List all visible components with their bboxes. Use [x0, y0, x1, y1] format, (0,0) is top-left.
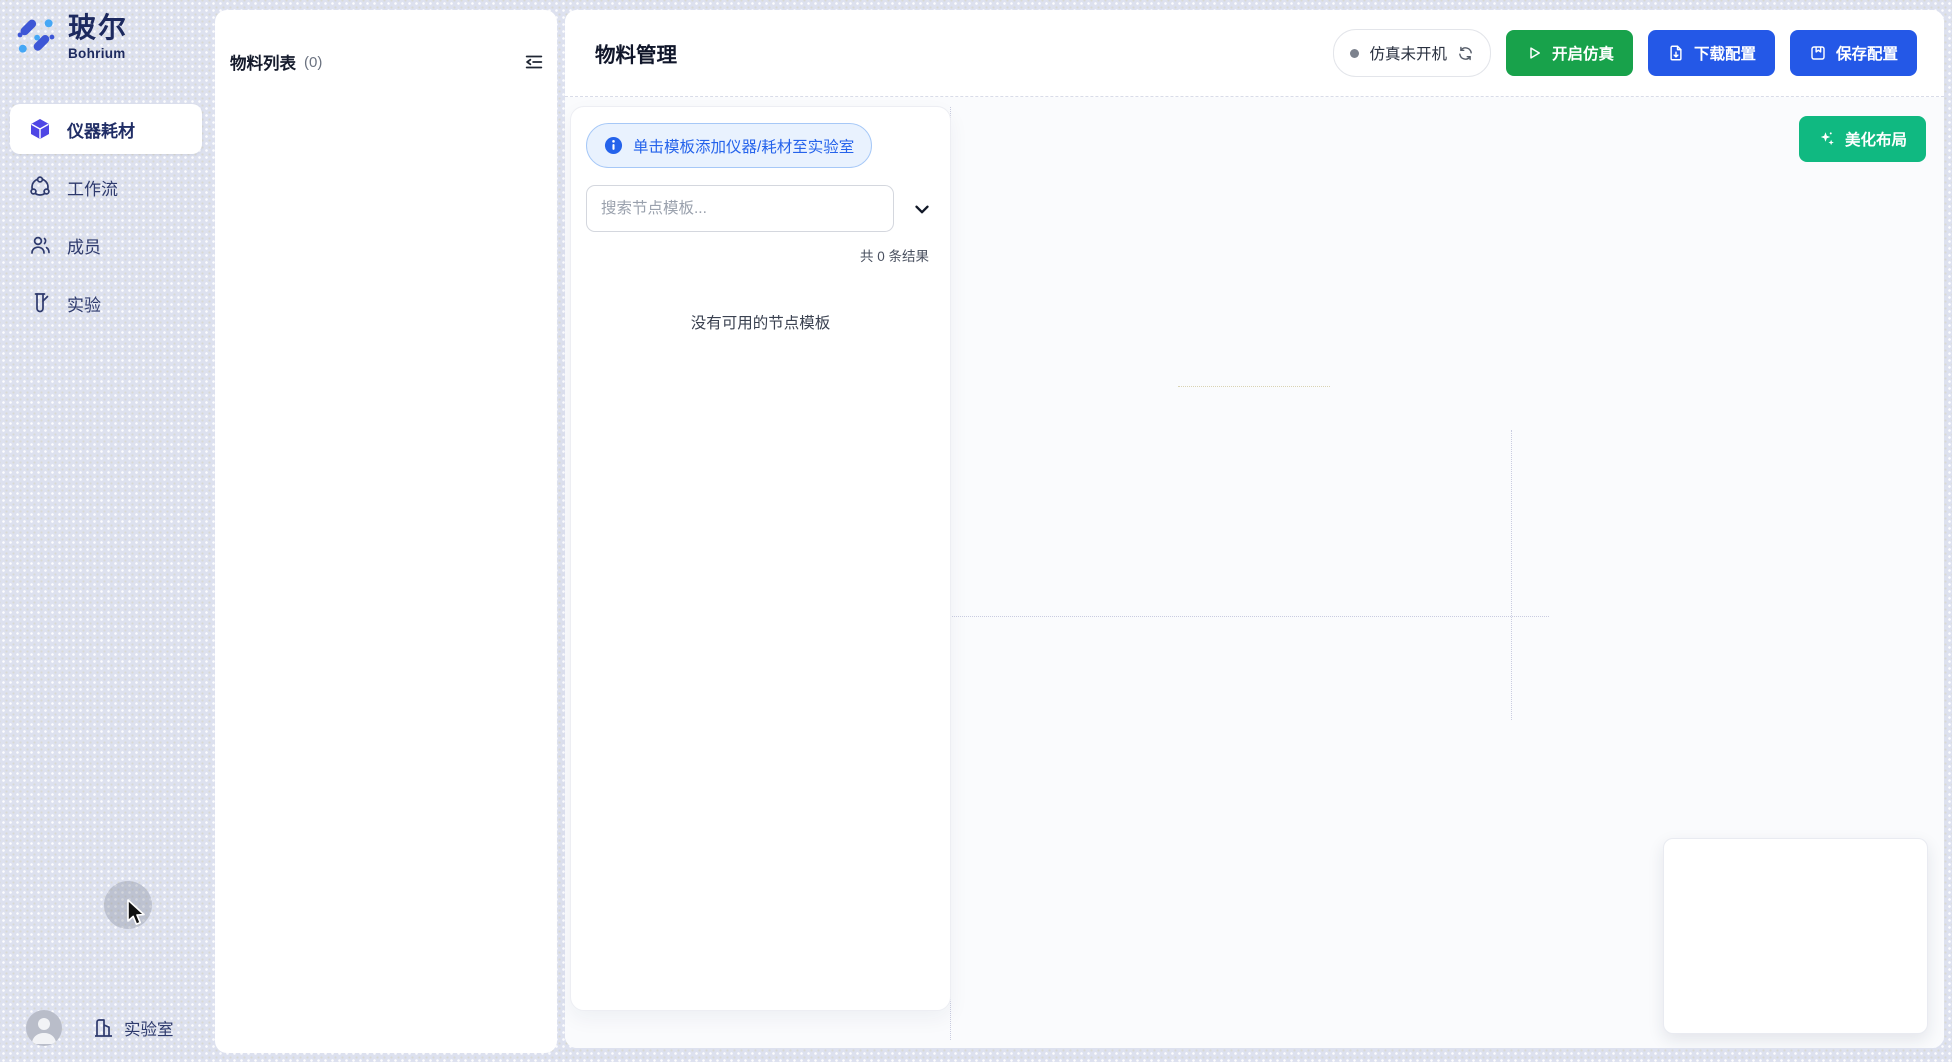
- sidebar-item-workflow[interactable]: 工作流: [10, 162, 202, 212]
- user-avatar[interactable]: [26, 1010, 62, 1046]
- sidebar-footer: 实验室: [26, 1010, 174, 1046]
- sidebar-item-members[interactable]: 成员: [10, 220, 202, 270]
- simulation-status-chip: 仿真未开机: [1333, 29, 1491, 77]
- guide-line-horizontal: [950, 616, 1549, 617]
- header-actions: 仿真未开机 开启仿真: [1333, 29, 1917, 77]
- status-dot-icon: [1350, 49, 1359, 58]
- node-template-panel: 单击模板添加仪器/耗材至实验室 共 0 条结果 没有可用的节点模板: [570, 106, 951, 1011]
- brand-name-en: Bohrium: [68, 47, 128, 61]
- materials-list-title: 物料列表: [230, 50, 296, 74]
- guide-line-vertical: [1511, 430, 1512, 720]
- main-header: 物料管理 仿真未开机: [565, 10, 1944, 97]
- users-icon: [28, 233, 52, 257]
- workflow-icon: [28, 175, 52, 199]
- brand-name-zh: 玻尔: [68, 14, 128, 42]
- play-icon: [1525, 44, 1543, 62]
- canvas-minimap[interactable]: [1663, 838, 1928, 1034]
- app-window: 玻尔 Bohrium 仪器耗材: [0, 0, 1952, 1062]
- download-config-button[interactable]: 下载配置: [1648, 30, 1775, 76]
- page-title: 物料管理: [595, 38, 677, 68]
- sidebar-item-label: 仪器耗材: [67, 117, 135, 142]
- sparkles-icon: [1818, 130, 1836, 148]
- file-download-icon: [1667, 44, 1685, 62]
- materials-list-count: (0): [304, 54, 322, 71]
- brand-text: 玻尔 Bohrium: [68, 14, 128, 61]
- refresh-icon[interactable]: [1457, 45, 1474, 62]
- mouse-cursor: [126, 899, 148, 929]
- lab-entry-label: 实验室: [124, 1016, 174, 1040]
- template-search-row: [586, 185, 935, 232]
- bohrium-logo-icon: [14, 14, 58, 58]
- building-icon: [91, 1016, 115, 1040]
- brand-logo[interactable]: 玻尔 Bohrium: [14, 14, 128, 61]
- save-icon: [1809, 44, 1827, 62]
- start-simulation-button[interactable]: 开启仿真: [1506, 30, 1633, 76]
- simulation-status-text: 仿真未开机: [1369, 42, 1447, 64]
- collapse-list-icon[interactable]: [523, 51, 545, 73]
- sidebar-item-experiments[interactable]: 实验: [10, 278, 202, 328]
- chevron-down-icon[interactable]: [909, 196, 935, 222]
- sidebar-nav: 仪器耗材 工作流: [10, 104, 202, 328]
- results-count-text: 共 0 条结果: [586, 245, 935, 265]
- cube-icon: [28, 117, 52, 141]
- materials-list-header: 物料列表 (0): [230, 50, 545, 74]
- save-config-label: 保存配置: [1836, 42, 1898, 64]
- empty-templates-text: 没有可用的节点模板: [586, 311, 935, 333]
- sidebar-item-instruments[interactable]: 仪器耗材: [10, 104, 202, 154]
- sidebar: 玻尔 Bohrium 仪器耗材: [0, 0, 215, 1062]
- save-config-button[interactable]: 保存配置: [1790, 30, 1917, 76]
- start-simulation-label: 开启仿真: [1552, 42, 1614, 64]
- beautify-layout-button[interactable]: 美化布局: [1799, 116, 1926, 162]
- test-tube-icon: [28, 291, 52, 315]
- download-config-label: 下载配置: [1694, 42, 1756, 64]
- lab-entry[interactable]: 实验室: [91, 1016, 174, 1040]
- template-hint-text: 单击模板添加仪器/耗材至实验室: [633, 135, 854, 157]
- beautify-layout-label: 美化布局: [1845, 128, 1907, 150]
- guide-line-horizontal: [1178, 386, 1330, 387]
- sidebar-item-label: 工作流: [67, 175, 118, 200]
- sidebar-item-label: 成员: [67, 233, 101, 258]
- template-search-input[interactable]: [586, 185, 894, 232]
- sidebar-item-label: 实验: [67, 291, 101, 316]
- materials-list-panel: 物料列表 (0): [215, 10, 557, 1053]
- info-icon: [604, 136, 623, 155]
- template-hint-banner: 单击模板添加仪器/耗材至实验室: [586, 123, 872, 168]
